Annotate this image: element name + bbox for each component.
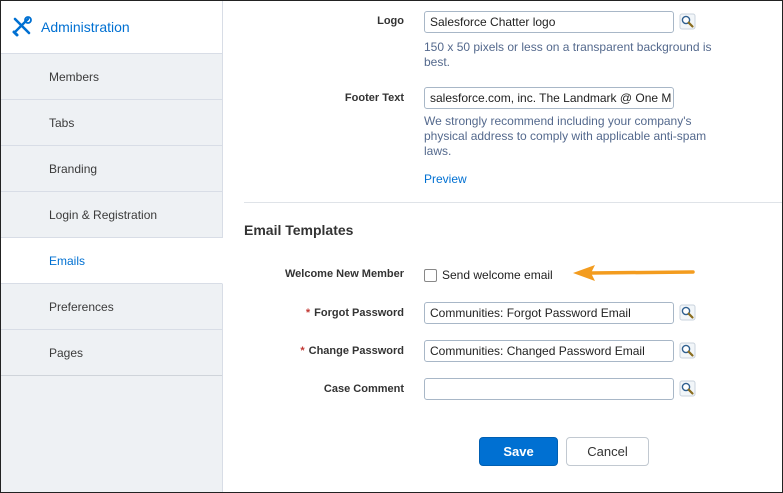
welcome-new-member-label: Welcome New Member (284, 268, 404, 280)
sidebar-item-pages[interactable]: Pages (1, 330, 222, 376)
send-welcome-email-checkbox[interactable] (424, 269, 437, 282)
logo-label: Logo (377, 15, 404, 27)
section-divider (244, 202, 782, 203)
save-button[interactable]: Save (479, 437, 558, 466)
sidebar-item-tabs[interactable]: Tabs (1, 100, 222, 146)
case-comment-input[interactable] (424, 378, 674, 400)
lookup-icon[interactable] (679, 13, 696, 30)
email-templates-heading: Email Templates (244, 222, 354, 238)
sidebar-title: Administration (41, 19, 130, 35)
forgot-password-label: * Forgot Password (224, 307, 404, 319)
sidebar: Administration Members Tabs Branding Log… (1, 1, 223, 492)
send-welcome-email-label[interactable]: Send welcome email (442, 268, 553, 282)
sidebar-item-branding[interactable]: Branding (1, 146, 222, 192)
cancel-button[interactable]: Cancel (566, 437, 649, 466)
footer-text-input[interactable]: salesforce.com, inc. The Landmark @ One … (424, 87, 674, 109)
tools-icon (12, 16, 32, 37)
app-frame: Administration Members Tabs Branding Log… (0, 0, 783, 493)
logo-hint: 150 x 50 pixels or less on a transparent… (424, 40, 712, 69)
footer-text-label: Footer Text (344, 92, 404, 104)
footer-text-hint: We strongly recommend including your com… (424, 114, 707, 158)
change-password-label-text: Change Password (308, 345, 404, 357)
sidebar-item-login-registration[interactable]: Login & Registration (1, 192, 222, 238)
forgot-password-input[interactable]: Communities: Forgot Password Email (424, 302, 674, 324)
preview-link[interactable]: Preview (424, 172, 467, 186)
sidebar-item-emails[interactable]: Emails (1, 238, 223, 284)
logo-input[interactable]: Salesforce Chatter logo (424, 11, 674, 33)
sidebar-item-preferences[interactable]: Preferences (1, 284, 222, 330)
required-marker: * (305, 307, 311, 319)
lookup-icon[interactable] (679, 304, 696, 321)
sidebar-header[interactable]: Administration (1, 1, 222, 54)
lookup-icon[interactable] (679, 380, 696, 397)
case-comment-label: Case Comment (323, 383, 404, 395)
change-password-label: * Change Password (224, 345, 404, 357)
sidebar-item-members[interactable]: Members (1, 54, 222, 100)
change-password-input[interactable]: Communities: Changed Password Email (424, 340, 674, 362)
required-marker: * (300, 345, 305, 357)
forgot-password-label-text: Forgot Password (314, 307, 404, 319)
annotation-arrow-icon (573, 265, 695, 281)
main-panel: Logo Salesforce Chatter logo 150 x 50 pi… (224, 1, 782, 492)
lookup-icon[interactable] (679, 342, 696, 359)
